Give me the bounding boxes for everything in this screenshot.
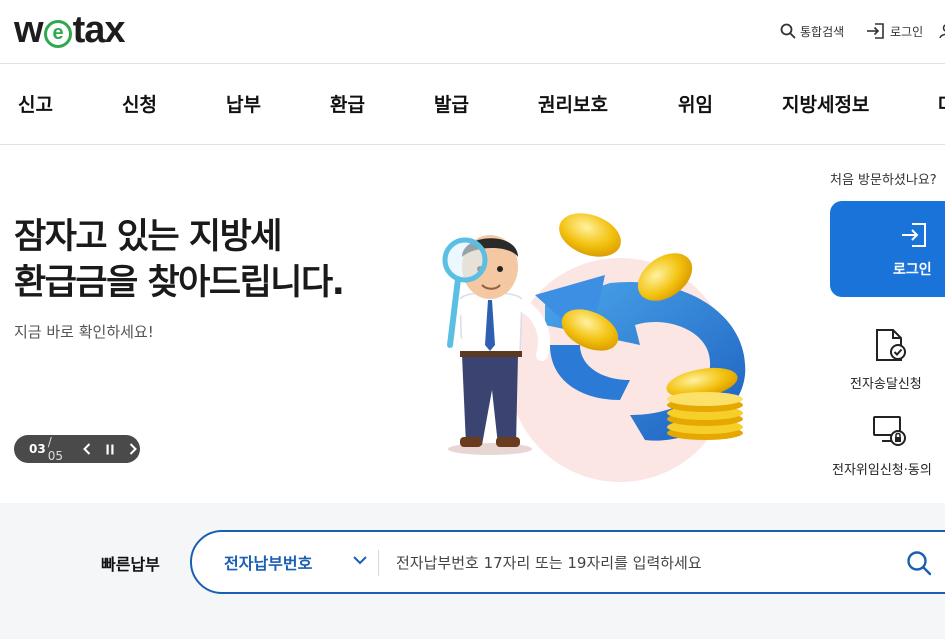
user-icon (939, 24, 945, 39)
logo-text-w: w (14, 9, 44, 51)
quick-pay-search-box: 전자납부번호 (190, 530, 945, 594)
chevron-down-icon[interactable] (352, 554, 368, 566)
payment-number-input[interactable] (396, 544, 876, 582)
nav-delegation[interactable]: 위임 (678, 90, 713, 117)
quick-pay-section: 빠른납부 전자납부번호 (0, 503, 945, 639)
monitor-lock-icon[interactable] (872, 414, 908, 448)
chevron-left-icon (82, 443, 90, 455)
chevron-right-icon (130, 443, 138, 455)
prev-slide-button[interactable] (80, 442, 93, 456)
divider (378, 550, 379, 576)
pager-current: 03 (29, 442, 46, 456)
document-check-icon[interactable] (874, 328, 908, 362)
nav-issue[interactable]: 발급 (434, 90, 469, 117)
refund-illustration (442, 213, 746, 482)
banner-pager: 03 / 05 (14, 435, 140, 463)
quick-pay-label: 빠른납부 (101, 555, 160, 574)
top-header: w e tax 통합검색 로그인 (0, 0, 945, 64)
integrated-search-link[interactable]: 통합검색 (780, 20, 844, 42)
e-delegation-link[interactable]: 전자위임신청·동의 (832, 459, 932, 478)
pause-icon (106, 444, 114, 454)
hero-title-line1: 잠자고 있는 지방세 (14, 217, 282, 257)
coin-1 (559, 213, 621, 257)
search-icon (780, 23, 796, 39)
login-icon (902, 223, 926, 247)
nav-refund[interactable]: 환급 (330, 90, 365, 117)
nav-rights-protection[interactable]: 권리보호 (538, 90, 608, 117)
login-card-button[interactable]: 로그인 (830, 201, 945, 297)
logo-text-tax: tax (72, 9, 126, 51)
payment-type-select[interactable]: 전자납부번호 (224, 550, 312, 574)
logo-e-mark: e (43, 20, 72, 48)
nav-payment[interactable]: 납부 (226, 90, 261, 117)
search-icon[interactable] (906, 550, 932, 576)
first-visit-question: 처음 방문하셨나요? (830, 173, 937, 188)
header-login-label: 로그인 (890, 24, 924, 39)
global-nav: 신고 신청 납부 환급 발급 권리보호 위임 지방세정보 마 (0, 64, 945, 145)
user-menu[interactable] (938, 20, 945, 42)
hero-title: 잠자고 있는 지방세 환급금을 찾아드립니다. (14, 214, 345, 306)
wetax-logo[interactable]: w e tax (14, 8, 126, 52)
next-slide-button[interactable] (127, 442, 140, 456)
integrated-search-label: 통합검색 (800, 24, 845, 39)
nav-apply[interactable]: 신청 (122, 90, 157, 117)
hero-title-line2: 환급금을 찾아드립니다. (14, 263, 345, 303)
login-card-label: 로그인 (893, 262, 932, 278)
nav-my[interactable]: 마 (938, 90, 945, 117)
pause-slide-button[interactable] (103, 442, 116, 456)
hero-subtitle: 지금 바로 확인하세요! (14, 323, 154, 341)
coin-stack (667, 392, 743, 440)
pager-total: / 05 (47, 435, 63, 463)
nav-report[interactable]: 신고 (18, 90, 53, 117)
e-delivery-apply-link[interactable]: 전자송달신청 (850, 373, 922, 392)
login-icon (867, 23, 884, 39)
header-login-link[interactable]: 로그인 (866, 20, 923, 42)
nav-local-tax-info[interactable]: 지방세정보 (782, 90, 869, 117)
